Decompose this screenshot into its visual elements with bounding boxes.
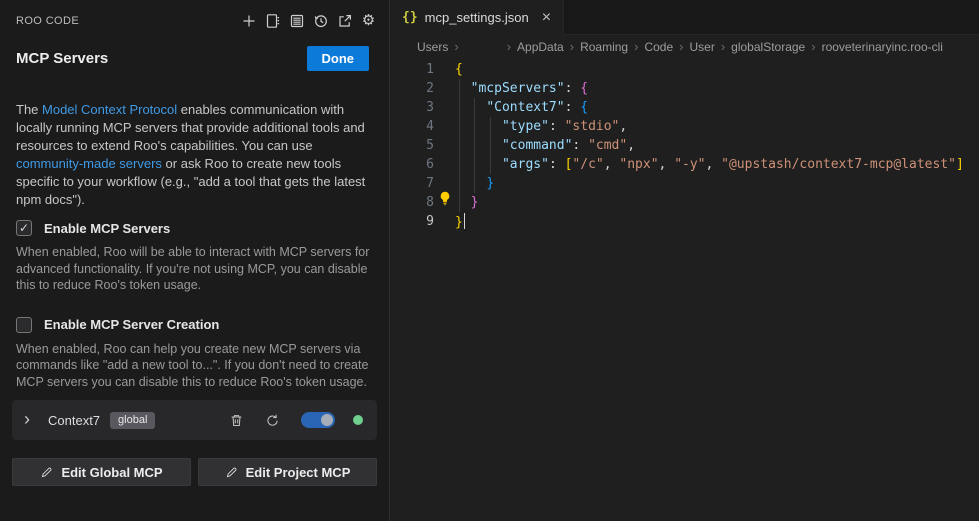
breadcrumb-separator-icon: › [454, 39, 458, 54]
breadcrumb-item[interactable]: globalStorage [731, 40, 805, 54]
model-context-protocol-link[interactable]: Model Context Protocol [42, 102, 177, 117]
enable-mcp-servers-checkbox-row[interactable]: ✓ Enable MCP Servers [16, 220, 373, 236]
panel-header: ROO CODE ⚙ [0, 0, 389, 32]
plus-icon[interactable] [240, 12, 257, 29]
code-line[interactable]: 7 } [390, 174, 979, 193]
line-number: 9 [390, 214, 434, 229]
page-header: MCP Servers Done [0, 46, 389, 71]
pencil-icon [40, 466, 53, 479]
intro-text: The Model Context Protocol enables commu… [16, 101, 376, 209]
code-text: "Context7": { [455, 100, 588, 115]
pencil-icon [225, 466, 238, 479]
button-label: Edit Global MCP [61, 465, 162, 480]
code-line[interactable]: 3 "Context7": { [390, 98, 979, 117]
edit-global-mcp-button[interactable]: Edit Global MCP [12, 458, 191, 486]
code-text: "command": "cmd", [455, 138, 635, 153]
enable-mcp-creation-checkbox-row[interactable]: ✓ Enable MCP Server Creation [16, 317, 373, 333]
scope-badge: global [110, 412, 155, 429]
breadcrumb-item[interactable]: rooveterinaryinc.roo-cli [822, 40, 943, 54]
breadcrumb-separator-icon: › [634, 39, 638, 54]
panel-title: ROO CODE [16, 15, 79, 27]
code-line[interactable]: 4 "type": "stdio", [390, 117, 979, 136]
line-number: 4 [390, 119, 434, 134]
notebook-icon[interactable] [264, 12, 281, 29]
line-number: 2 [390, 81, 434, 96]
breadcrumb-item[interactable]: AppData [517, 40, 564, 54]
server-name: Context7 [48, 413, 100, 428]
breadcrumb-item[interactable]: Code [644, 40, 673, 54]
checkbox-icon[interactable]: ✓ [16, 220, 32, 236]
enable-mcp-description: When enabled, Roo will be able to intera… [16, 244, 370, 294]
text-cursor [464, 213, 466, 229]
checkbox-label: Enable MCP Server Creation [44, 317, 219, 332]
breadcrumb-item[interactable]: User [689, 40, 714, 54]
editor-pane: {} mcp_settings.json × Users › › AppData › Ro… [390, 0, 979, 521]
server-icon[interactable] [288, 12, 305, 29]
panel-toolbar: ⚙ [240, 12, 377, 29]
roo-code-panel: ROO CODE ⚙ MCP S [0, 0, 390, 521]
close-tab-icon[interactable]: × [542, 10, 551, 26]
code-line[interactable]: 2 "mcpServers": { [390, 79, 979, 98]
code-line[interactable]: 9} [390, 212, 979, 231]
line-number: 5 [390, 138, 434, 153]
breadcrumb-separator-icon: › [679, 39, 683, 54]
button-label: Edit Project MCP [246, 465, 351, 480]
checkbox-label: Enable MCP Servers [44, 221, 170, 236]
line-number: 8 [390, 195, 434, 210]
breadcrumb-item[interactable]: Users [417, 40, 448, 54]
done-button[interactable]: Done [307, 46, 370, 71]
history-icon[interactable] [312, 12, 329, 29]
code-editor[interactable]: 1{2 "mcpServers": {3 "Context7": {4 "typ… [390, 58, 979, 521]
line-number: 6 [390, 157, 434, 172]
tab-filename: mcp_settings.json [425, 10, 529, 25]
page-title: MCP Servers [16, 50, 108, 67]
breadcrumb-separator-icon: › [721, 39, 725, 54]
vscode-window: ROO CODE ⚙ MCP S [0, 0, 979, 521]
open-external-icon[interactable] [336, 12, 353, 29]
toggle-knob [321, 414, 333, 426]
check-icon: ✓ [19, 221, 29, 235]
footer-buttons: Edit Global MCP Edit Project MCP [12, 458, 377, 486]
code-text: } [455, 213, 465, 230]
breadcrumb: Users › › AppData › Roaming › Code › User › globalS… [390, 35, 979, 58]
json-file-icon: {} [402, 10, 418, 25]
breadcrumb-separator-icon: › [811, 39, 815, 54]
line-number: 1 [390, 62, 434, 77]
breadcrumb-separator-icon: › [570, 39, 574, 54]
status-dot [353, 415, 363, 425]
code-line[interactable]: 6 "args": ["/c", "npx", "-y", "@upstash/… [390, 155, 979, 174]
code-line[interactable]: 1{ [390, 60, 979, 79]
intro-part: The [16, 102, 42, 117]
code-line[interactable]: 8 } [390, 193, 979, 212]
server-enabled-toggle[interactable] [301, 412, 335, 428]
code-line[interactable]: 5 "command": "cmd", [390, 136, 979, 155]
code-text: } [455, 176, 494, 191]
editor-tab-bar: {} mcp_settings.json × [390, 0, 979, 35]
edit-project-mcp-button[interactable]: Edit Project MCP [198, 458, 377, 486]
refresh-icon[interactable] [263, 411, 281, 429]
code-text: { [455, 62, 463, 77]
enable-mcp-creation-description: When enabled, Roo can help you create ne… [16, 341, 370, 391]
trash-icon[interactable] [227, 411, 245, 429]
community-made-servers-link[interactable]: community-made servers [16, 156, 162, 171]
chevron-right-icon[interactable]: › [24, 410, 30, 428]
mcp-server-row-context7[interactable]: › Context7 global [12, 400, 377, 440]
line-number: 7 [390, 176, 434, 191]
breadcrumb-separator-icon: › [507, 39, 511, 54]
code-text: "mcpServers": { [455, 81, 588, 96]
lightbulb-icon[interactable] [438, 191, 452, 206]
code-text: "type": "stdio", [455, 119, 627, 134]
tab-mcp-settings-json[interactable]: {} mcp_settings.json × [390, 0, 564, 35]
breadcrumb-item[interactable]: Roaming [580, 40, 628, 54]
code-text: "args": ["/c", "npx", "-y", "@upstash/co… [455, 157, 964, 172]
line-number: 3 [390, 100, 434, 115]
gear-icon[interactable]: ⚙ [360, 12, 377, 29]
checkbox-icon[interactable]: ✓ [16, 317, 32, 333]
code-text: } [455, 195, 478, 210]
